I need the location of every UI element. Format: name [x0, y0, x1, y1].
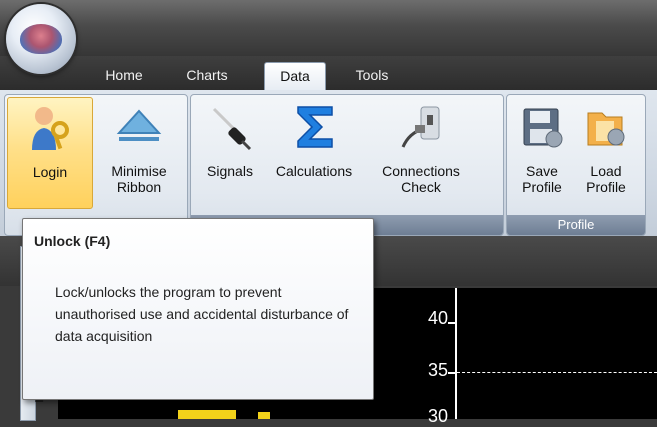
- minimise-triangle-icon: [116, 109, 162, 141]
- app-orb-icon[interactable]: [6, 4, 76, 74]
- ribbon: Login Minimise Ribbon Signals Calculatio…: [0, 90, 657, 236]
- connections-check-icon: [401, 106, 440, 148]
- y-tick-label-35: 35: [427, 360, 448, 380]
- y-tick-mark: [448, 322, 456, 324]
- login-button[interactable]: Login: [7, 97, 93, 209]
- y-tick-label-40: 40: [427, 308, 448, 328]
- ribbon-group-access: Login Minimise Ribbon: [4, 94, 188, 236]
- tab-charts[interactable]: Charts: [172, 62, 242, 90]
- tooltip-body: Lock/unlocks the program to prevent unau…: [55, 284, 349, 344]
- signals-label: Signals: [207, 163, 253, 179]
- ribbon-group-configuration: Signals Calculations Connections Check g…: [190, 94, 504, 236]
- calculations-label: Calculations: [275, 163, 353, 179]
- y-tick-mark: [448, 372, 456, 374]
- load-profile-label: Load Profile: [586, 163, 626, 195]
- signals-probe-icon: [212, 107, 252, 151]
- login-key-icon: [32, 107, 69, 150]
- profile-group-label: Profile: [507, 215, 645, 235]
- tab-data[interactable]: Data: [264, 62, 326, 91]
- login-label: Login: [32, 164, 68, 180]
- trace-segment: [178, 410, 236, 419]
- load-profile-button[interactable]: Load Profile: [575, 97, 637, 207]
- title-bar: [0, 0, 657, 56]
- connections-check-label: Connections Check: [382, 163, 460, 195]
- gridline: [457, 372, 657, 373]
- brain-logo-icon: [20, 24, 62, 54]
- save-profile-label: Save Profile: [522, 163, 562, 195]
- minimise-label: Minimise Ribbon: [111, 163, 167, 195]
- tab-home[interactable]: Home: [92, 62, 156, 90]
- trace-segment: [258, 412, 270, 419]
- connections-check-button[interactable]: Connections Check: [371, 97, 471, 207]
- calculations-sigma-icon: [297, 106, 333, 148]
- minimise-ribbon-button[interactable]: Minimise Ribbon: [97, 97, 181, 207]
- tooltip-title: Unlock (F4): [34, 233, 111, 249]
- y-axis: [455, 288, 457, 419]
- y-tick-label-30: 30: [427, 406, 448, 426]
- ribbon-tabs: Home Charts Data Tools: [0, 56, 657, 91]
- tab-tools[interactable]: Tools: [342, 62, 402, 90]
- signals-button[interactable]: Signals: [197, 97, 263, 207]
- save-profile-button[interactable]: Save Profile: [511, 97, 573, 207]
- load-profile-icon: [587, 112, 625, 146]
- ribbon-group-profile: Save Profile Load Profile Profile: [506, 94, 646, 236]
- tooltip-unlock: Unlock (F4) Lock/unlocks the program to …: [22, 218, 374, 400]
- calculations-button[interactable]: Calculations: [265, 97, 363, 207]
- save-profile-icon: [523, 108, 563, 148]
